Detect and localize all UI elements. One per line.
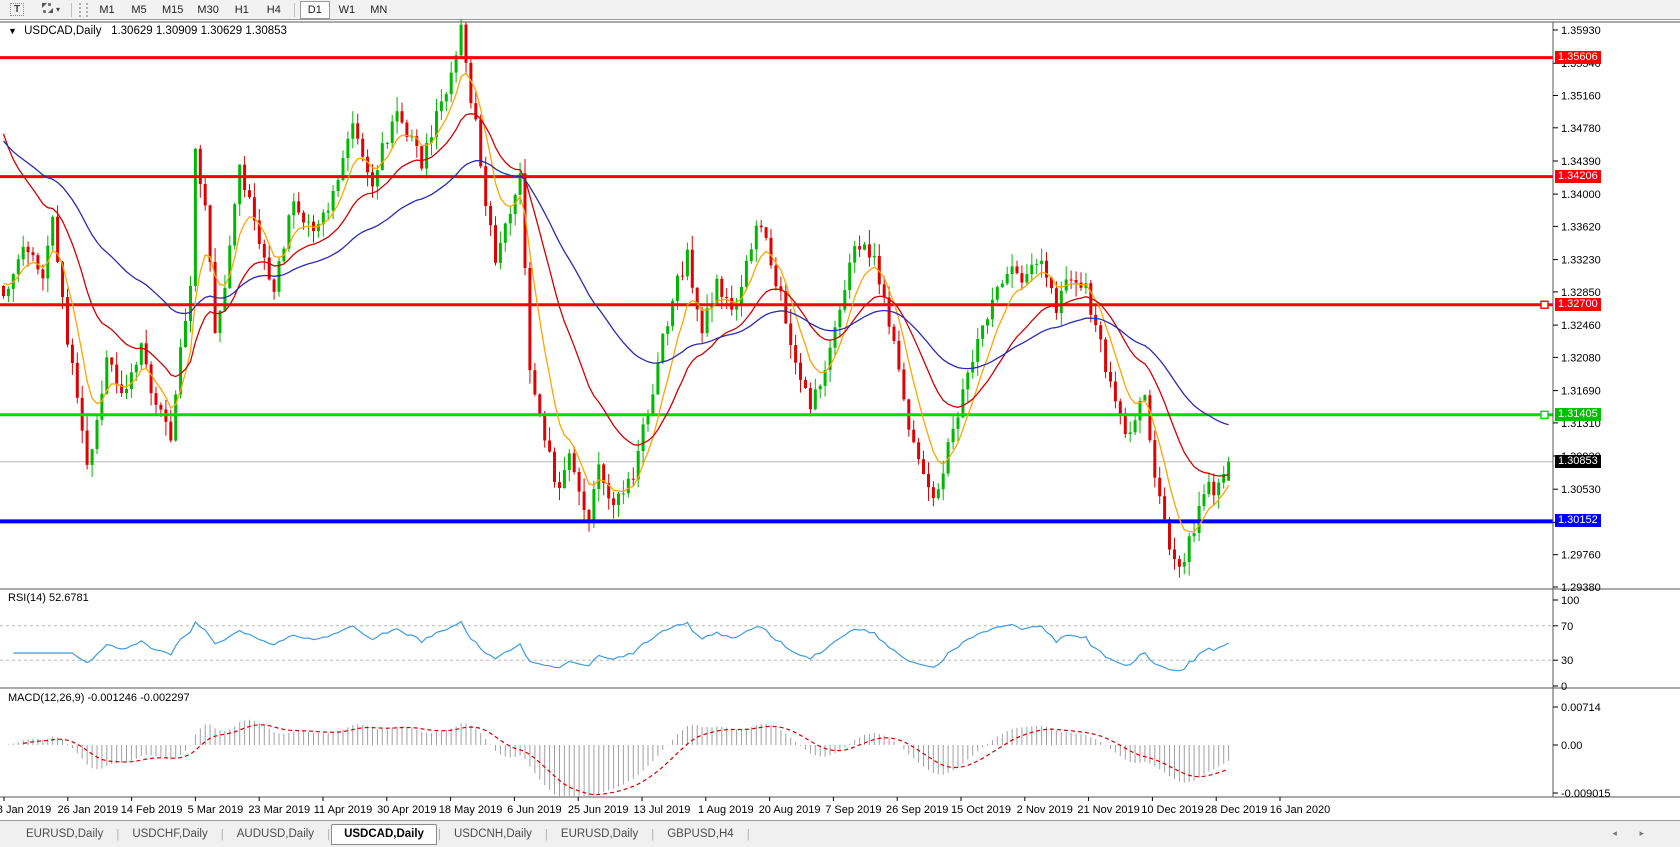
date-tick-label: 2 Nov 2019 (1017, 804, 1073, 816)
chart-tab-bar: EURUSD,Daily|USDCHF,Daily|AUDUSD,Daily|U… (0, 820, 1680, 847)
date-tick-label: 10 Dec 2019 (1141, 804, 1203, 816)
date-tick-label: 25 Jun 2019 (568, 804, 629, 816)
level-price-badge: 1.34206 (1555, 170, 1601, 183)
date-tick-label: 1 Aug 2019 (698, 804, 754, 816)
macd-indicator-label: MACD(12,26,9) -0.001246 -0.002297 (8, 692, 190, 704)
chart-tab-usdcad-daily[interactable]: USDCAD,Daily (331, 824, 437, 845)
ma-mid-line (4, 114, 1229, 476)
rsi-indicator-label: RSI(14) 52.6781 (8, 592, 89, 604)
tab-separator: | (327, 829, 330, 841)
collapse-triangle-icon[interactable]: ▼ (8, 26, 17, 36)
ma-slow-line (4, 141, 1229, 425)
date-tick-label: 28 Dec 2019 (1205, 804, 1267, 816)
rsi-tick-label: 0 (1561, 681, 1567, 693)
price-tick-label: 1.32460 (1561, 320, 1601, 332)
chart-tab-usdcnh-daily[interactable]: USDCNH,Daily (442, 825, 544, 844)
current-price-badge: 1.30853 (1555, 455, 1601, 468)
price-chart[interactable]: 1.359301.355401.351601.347801.343901.340… (0, 0, 1680, 820)
price-tick-label: 1.33230 (1561, 255, 1601, 267)
price-tick-label: 1.29380 (1561, 582, 1601, 594)
rsi-line (13, 622, 1228, 671)
macd-signal-line (23, 725, 1228, 795)
date-tick-label: 18 May 2019 (439, 804, 503, 816)
price-tick-label: 1.29760 (1561, 550, 1601, 562)
date-tick-label: 14 Feb 2019 (121, 804, 183, 816)
price-tick-label: 1.32080 (1561, 352, 1601, 364)
price-tick-label: 1.34390 (1561, 156, 1601, 168)
date-tick-label: 5 Mar 2019 (188, 804, 244, 816)
chart-canvas[interactable]: 1.359301.355401.351601.347801.343901.340… (0, 0, 1680, 820)
chart-tab-eurusd-daily[interactable]: EURUSD,Daily (549, 825, 650, 844)
date-tick-label: 26 Sep 2019 (886, 804, 948, 816)
date-tick-label: 26 Jan 2019 (58, 804, 119, 816)
macd-tick-label: 0.00 (1561, 740, 1582, 752)
trading-terminal: T ▾ M1M5M15M30H1H4D1W1MN 1.359301.355401… (0, 0, 1680, 847)
chart-tabs: EURUSD,Daily|USDCHF,Daily|AUDUSD,Daily|U… (14, 824, 751, 845)
date-tick-label: 20 Aug 2019 (759, 804, 821, 816)
tab-separator: | (116, 829, 119, 841)
date-tick-label: 23 Mar 2019 (248, 804, 310, 816)
macd-tick-label: -0.009015 (1561, 788, 1611, 800)
tab-separator: | (438, 829, 441, 841)
date-tick-label: 8 Jan 2019 (0, 804, 51, 816)
tab-scroll-arrows: ◂ ▸ (1612, 828, 1654, 839)
price-tick-label: 1.34780 (1561, 123, 1601, 135)
date-tick-label: 30 Apr 2019 (377, 804, 436, 816)
line-end-marker[interactable] (1541, 301, 1548, 308)
line-end-marker[interactable] (1541, 411, 1548, 418)
rsi-tick-label: 100 (1561, 595, 1579, 607)
chart-ohlc-values: 1.30629 1.30909 1.30629 1.30853 (111, 25, 287, 37)
price-tick-label: 1.35160 (1561, 91, 1601, 103)
chart-header: ▼ USDCAD,Daily 1.30629 1.30909 1.30629 1… (8, 25, 287, 37)
date-tick-label: 15 Oct 2019 (951, 804, 1011, 816)
date-tick-label: 21 Nov 2019 (1077, 804, 1139, 816)
price-tick-label: 1.35930 (1561, 25, 1601, 37)
level-price-badge: 1.35606 (1555, 51, 1601, 64)
chart-tab-usdchf-daily[interactable]: USDCHF,Daily (120, 825, 219, 844)
macd-tick-label: 0.00714 (1561, 702, 1601, 714)
tab-separator: | (747, 829, 750, 841)
rsi-tick-label: 70 (1561, 621, 1573, 633)
date-tick-label: 13 Jul 2019 (634, 804, 691, 816)
level-price-badge: 1.31405 (1555, 408, 1601, 421)
price-tick-label: 1.34000 (1561, 189, 1601, 201)
tab-scroll-right-icon[interactable]: ▸ (1639, 828, 1654, 838)
price-tick-label: 1.30530 (1561, 484, 1601, 496)
level-price-badge: 1.32700 (1555, 298, 1601, 311)
tab-separator: | (221, 829, 224, 841)
chart-symbol-title: USDCAD,Daily (24, 25, 101, 37)
chart-tab-audusd-daily[interactable]: AUDUSD,Daily (225, 825, 326, 844)
price-tick-label: 1.33620 (1561, 221, 1601, 233)
date-tick-label: 6 Jun 2019 (507, 804, 561, 816)
price-tick-label: 1.31690 (1561, 386, 1601, 398)
date-tick-label: 11 Apr 2019 (314, 804, 373, 816)
chart-tab-gbpusd-h4[interactable]: GBPUSD,H4 (655, 825, 745, 844)
level-price-badge: 1.30152 (1555, 514, 1601, 527)
tab-separator: | (545, 829, 548, 841)
tab-scroll-left-icon[interactable]: ◂ (1612, 828, 1627, 838)
rsi-tick-label: 30 (1561, 655, 1573, 667)
ma-fast-line (4, 73, 1229, 532)
chart-tab-eurusd-daily[interactable]: EURUSD,Daily (14, 825, 115, 844)
date-tick-label: 7 Sep 2019 (825, 804, 881, 816)
tab-separator: | (651, 829, 654, 841)
date-tick-label: 16 Jan 2020 (1270, 804, 1331, 816)
